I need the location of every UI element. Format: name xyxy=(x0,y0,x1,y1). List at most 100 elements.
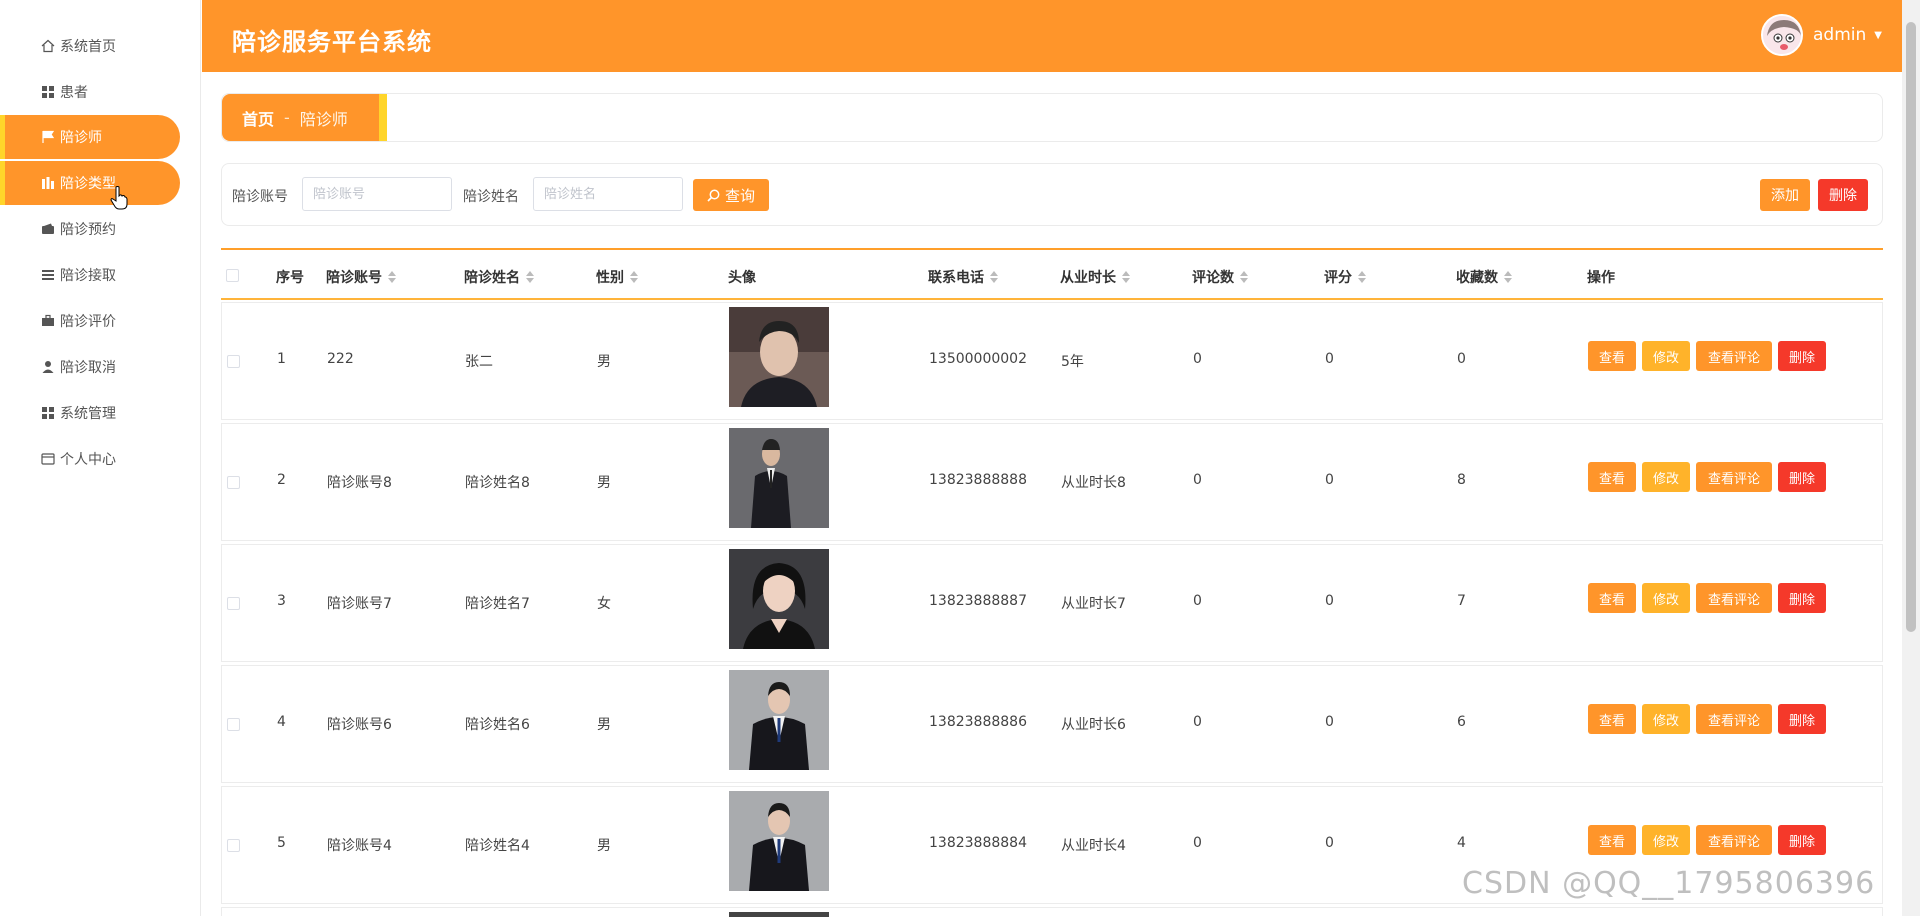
row-actions: 查看 修改 查看评论 删除 xyxy=(1588,462,1832,492)
watermark: CSDN @QQ__1795806396 xyxy=(1462,866,1876,901)
sort-icon[interactable] xyxy=(1240,271,1248,283)
view-comments-button[interactable]: 查看评论 xyxy=(1696,462,1772,492)
search-form: 陪诊账号 陪诊姓名 查询 添加 删除 xyxy=(221,163,1883,226)
view-button[interactable]: 查看 xyxy=(1588,825,1636,855)
sidebar-item-cancel[interactable]: 陪诊取消 xyxy=(0,345,180,389)
sort-icon[interactable] xyxy=(1358,271,1366,283)
cell-phone: 13823888884 xyxy=(929,835,1027,851)
edit-button[interactable]: 修改 xyxy=(1642,704,1690,734)
row-checkbox[interactable] xyxy=(227,476,240,489)
cell-gender: 男 xyxy=(597,354,611,370)
row-checkbox[interactable] xyxy=(227,718,240,731)
cell-favorites: 0 xyxy=(1457,351,1466,367)
home-icon xyxy=(40,38,56,54)
cell-account: 陪诊账号6 xyxy=(327,717,392,733)
delete-button[interactable]: 删除 xyxy=(1778,341,1826,371)
sort-icon[interactable] xyxy=(1122,271,1130,283)
sort-icon[interactable] xyxy=(526,271,534,283)
sidebar-item-label: 陪诊师 xyxy=(60,130,102,146)
avatar xyxy=(1761,14,1804,56)
batch-delete-button[interactable]: 删除 xyxy=(1818,179,1868,211)
breadcrumb-separator: - xyxy=(284,108,290,127)
cell-name: 陪诊姓名4 xyxy=(465,838,530,854)
scrollbar-thumb[interactable] xyxy=(1906,22,1916,632)
cell-index: 4 xyxy=(277,714,286,730)
sidebar-item-patient[interactable]: 患者 xyxy=(0,70,180,114)
cell-phone: 13823888887 xyxy=(929,593,1027,609)
row-actions: 查看 修改 查看评论 删除 xyxy=(1588,704,1832,734)
cell-name: 陪诊姓名8 xyxy=(465,475,530,491)
sidebar-item-escort[interactable]: 陪诊师 xyxy=(0,115,180,159)
username: admin xyxy=(1813,25,1867,45)
sidebar-item-home[interactable]: 系统首页 xyxy=(0,24,180,68)
sort-icon[interactable] xyxy=(1504,271,1512,283)
column-header-account[interactable]: 陪诊账号 xyxy=(326,267,396,287)
sidebar-item-review[interactable]: 陪诊评价 xyxy=(0,299,180,343)
row-checkbox[interactable] xyxy=(227,355,240,368)
sidebar-item-system[interactable]: 系统管理 xyxy=(0,391,180,435)
edit-button[interactable]: 修改 xyxy=(1642,462,1690,492)
add-button[interactable]: 添加 xyxy=(1760,179,1810,211)
cell-favorites: 7 xyxy=(1457,593,1466,609)
breadcrumb-home[interactable]: 首页 xyxy=(242,106,274,130)
chart-icon xyxy=(40,175,56,191)
name-search-input[interactable] xyxy=(533,177,683,211)
query-button-label: 查询 xyxy=(724,186,755,205)
delete-button[interactable]: 删除 xyxy=(1778,583,1826,613)
row-actions: 查看 修改 查看评论 删除 xyxy=(1588,583,1832,613)
row-checkbox[interactable] xyxy=(227,597,240,610)
table-row-partial xyxy=(221,907,1883,917)
sort-icon[interactable] xyxy=(990,271,998,283)
select-all-checkbox[interactable] xyxy=(226,269,239,282)
view-comments-button[interactable]: 查看评论 xyxy=(1696,825,1772,855)
sidebar-item-escort-type[interactable]: 陪诊类型 xyxy=(0,161,180,205)
query-button[interactable]: 查询 xyxy=(693,179,769,211)
sidebar-item-accept[interactable]: 陪诊接取 xyxy=(0,253,180,297)
column-header-comments[interactable]: 评论数 xyxy=(1192,267,1248,287)
escort-photo[interactable] xyxy=(729,791,829,891)
cell-index: 5 xyxy=(277,835,286,851)
view-comments-button[interactable]: 查看评论 xyxy=(1696,341,1772,371)
sidebar-item-profile[interactable]: 个人中心 xyxy=(0,437,180,481)
edit-button[interactable]: 修改 xyxy=(1642,825,1690,855)
user-menu[interactable]: admin ▼ xyxy=(1761,14,1882,56)
delete-button[interactable]: 删除 xyxy=(1778,704,1826,734)
cell-score: 0 xyxy=(1325,593,1334,609)
escort-photo[interactable] xyxy=(729,307,829,407)
account-search-input[interactable] xyxy=(302,177,452,211)
row-actions: 查看 修改 查看评论 删除 xyxy=(1588,341,1832,371)
row-checkbox[interactable] xyxy=(227,839,240,852)
cell-name: 陪诊姓名7 xyxy=(465,596,530,612)
view-comments-button[interactable]: 查看评论 xyxy=(1696,704,1772,734)
cell-years: 从业时长7 xyxy=(1061,596,1126,612)
column-header-phone[interactable]: 联系电话 xyxy=(928,267,998,287)
sidebar-item-label: 系统首页 xyxy=(60,39,116,55)
column-header-favorites[interactable]: 收藏数 xyxy=(1456,267,1512,287)
view-button[interactable]: 查看 xyxy=(1588,462,1636,492)
delete-button[interactable]: 删除 xyxy=(1778,462,1826,492)
view-button[interactable]: 查看 xyxy=(1588,341,1636,371)
edit-button[interactable]: 修改 xyxy=(1642,341,1690,371)
delete-button[interactable]: 删除 xyxy=(1778,825,1826,855)
sidebar-item-label: 陪诊评价 xyxy=(60,314,116,330)
sidebar-item-appointment[interactable]: 陪诊预约 xyxy=(0,207,180,251)
cell-account: 222 xyxy=(327,351,354,367)
column-header-score[interactable]: 评分 xyxy=(1324,267,1366,287)
view-comments-button[interactable]: 查看评论 xyxy=(1696,583,1772,613)
escort-photo[interactable] xyxy=(729,670,829,770)
column-header-gender[interactable]: 性别 xyxy=(596,267,638,287)
table-row: 3 陪诊账号7 陪诊姓名7 女 13823888887 从业时长7 0 0 7 … xyxy=(221,544,1883,662)
breadcrumb-bar: 首页 - 陪诊师 xyxy=(221,93,1883,142)
view-button[interactable]: 查看 xyxy=(1588,583,1636,613)
edit-button[interactable]: 修改 xyxy=(1642,583,1690,613)
cell-comments: 0 xyxy=(1193,835,1202,851)
escort-photo[interactable] xyxy=(729,549,829,649)
sort-icon[interactable] xyxy=(388,271,396,283)
escort-photo[interactable] xyxy=(729,428,829,528)
column-header-years[interactable]: 从业时长 xyxy=(1060,267,1130,287)
cell-favorites: 4 xyxy=(1457,835,1466,851)
column-header-name[interactable]: 陪诊姓名 xyxy=(464,267,534,287)
column-header-index: 序号 xyxy=(276,270,304,286)
sort-icon[interactable] xyxy=(630,271,638,283)
view-button[interactable]: 查看 xyxy=(1588,704,1636,734)
